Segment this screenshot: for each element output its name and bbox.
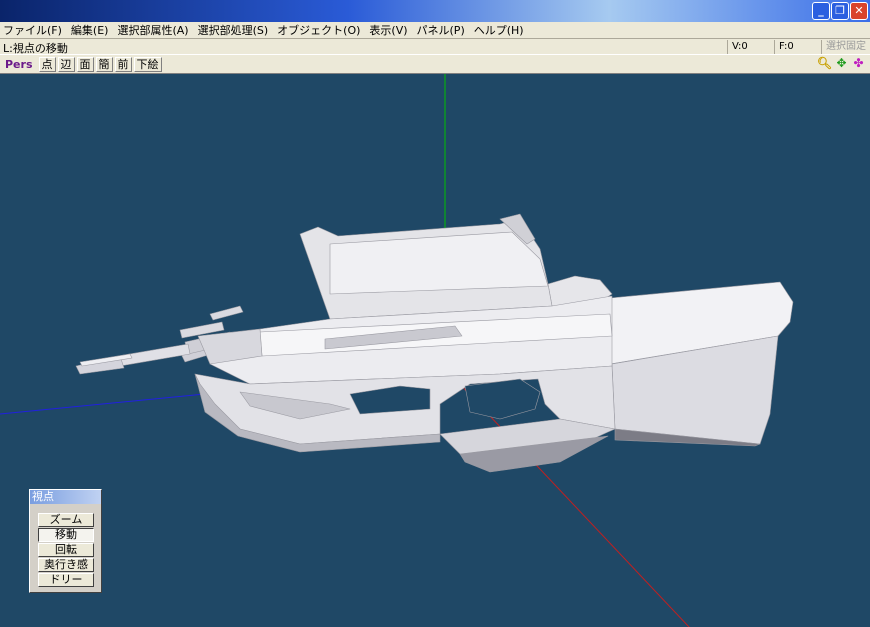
rotate-icon[interactable]: ✤ bbox=[851, 56, 866, 71]
vertex-count: V:0 bbox=[727, 40, 772, 54]
face-count: F:0 bbox=[774, 40, 819, 54]
menu-selection-attributes[interactable]: 選択部属性(A) bbox=[117, 22, 188, 38]
edge-mode-button[interactable]: 辺 bbox=[57, 56, 75, 72]
minimize-button[interactable]: _ bbox=[812, 2, 830, 20]
close-button[interactable]: ✕ bbox=[850, 2, 868, 20]
rotate-button[interactable]: 回転 bbox=[38, 543, 94, 557]
menu-file[interactable]: ファイル(F) bbox=[3, 22, 62, 38]
gun-model bbox=[75, 213, 794, 473]
background-image-button[interactable]: 下絵 bbox=[133, 56, 162, 72]
restore-button[interactable]: ❐ bbox=[831, 2, 849, 20]
move-icon[interactable]: ✥ bbox=[834, 56, 849, 71]
z-axis-line bbox=[0, 393, 206, 415]
title-bar[interactable]: _ ❐ ✕ bbox=[0, 0, 870, 22]
app-window: _ ❐ ✕ ファイル(F) 編集(E) 選択部属性(A) 選択部処理(S) オブ… bbox=[0, 0, 870, 627]
menu-panel[interactable]: パネル(P) bbox=[417, 22, 465, 38]
dolly-button[interactable]: ドリー bbox=[38, 573, 94, 587]
viewpoint-panel-title[interactable]: 視点 bbox=[30, 490, 101, 504]
menu-object[interactable]: オブジェクト(O) bbox=[277, 22, 360, 38]
viewport-canvas[interactable] bbox=[0, 74, 870, 627]
status-message: L:視点の移動 bbox=[3, 42, 68, 55]
depth-button[interactable]: 奥行き感 bbox=[38, 558, 94, 572]
simple-mode-button[interactable]: 簡 bbox=[95, 56, 113, 72]
move-button[interactable]: 移動 bbox=[38, 528, 94, 542]
toolbar: Pers 点 辺 面 簡 前 下絵 🔍︎ ✥ ✤ bbox=[0, 55, 870, 73]
viewpoint-panel: 視点 ズーム 移動 回転 奥行き感 ドリー bbox=[29, 489, 102, 593]
view-tool-icons: 🔍︎ ✥ ✤ bbox=[815, 56, 866, 71]
menu-bar: ファイル(F) 編集(E) 選択部属性(A) 選択部処理(S) オブジェクト(O… bbox=[0, 22, 870, 38]
3d-viewport[interactable] bbox=[0, 73, 870, 627]
vertex-mode-button[interactable]: 点 bbox=[38, 56, 56, 72]
menu-selection-processing[interactable]: 選択部処理(S) bbox=[198, 22, 269, 38]
menu-help[interactable]: ヘルプ(H) bbox=[474, 22, 524, 38]
menu-edit[interactable]: 編集(E) bbox=[71, 22, 109, 38]
menu-view[interactable]: 表示(V) bbox=[369, 22, 407, 38]
status-bar: L:視点の移動 V:0 F:0 選択固定 bbox=[0, 38, 870, 55]
zoom-button[interactable]: ズーム bbox=[38, 513, 94, 527]
selection-lock-button[interactable]: 選択固定 bbox=[821, 40, 870, 54]
perspective-toggle[interactable]: Pers bbox=[3, 58, 35, 71]
front-view-button[interactable]: 前 bbox=[114, 56, 132, 72]
face-mode-button[interactable]: 面 bbox=[76, 56, 94, 72]
zoom-icon[interactable]: 🔍︎ bbox=[817, 56, 832, 71]
